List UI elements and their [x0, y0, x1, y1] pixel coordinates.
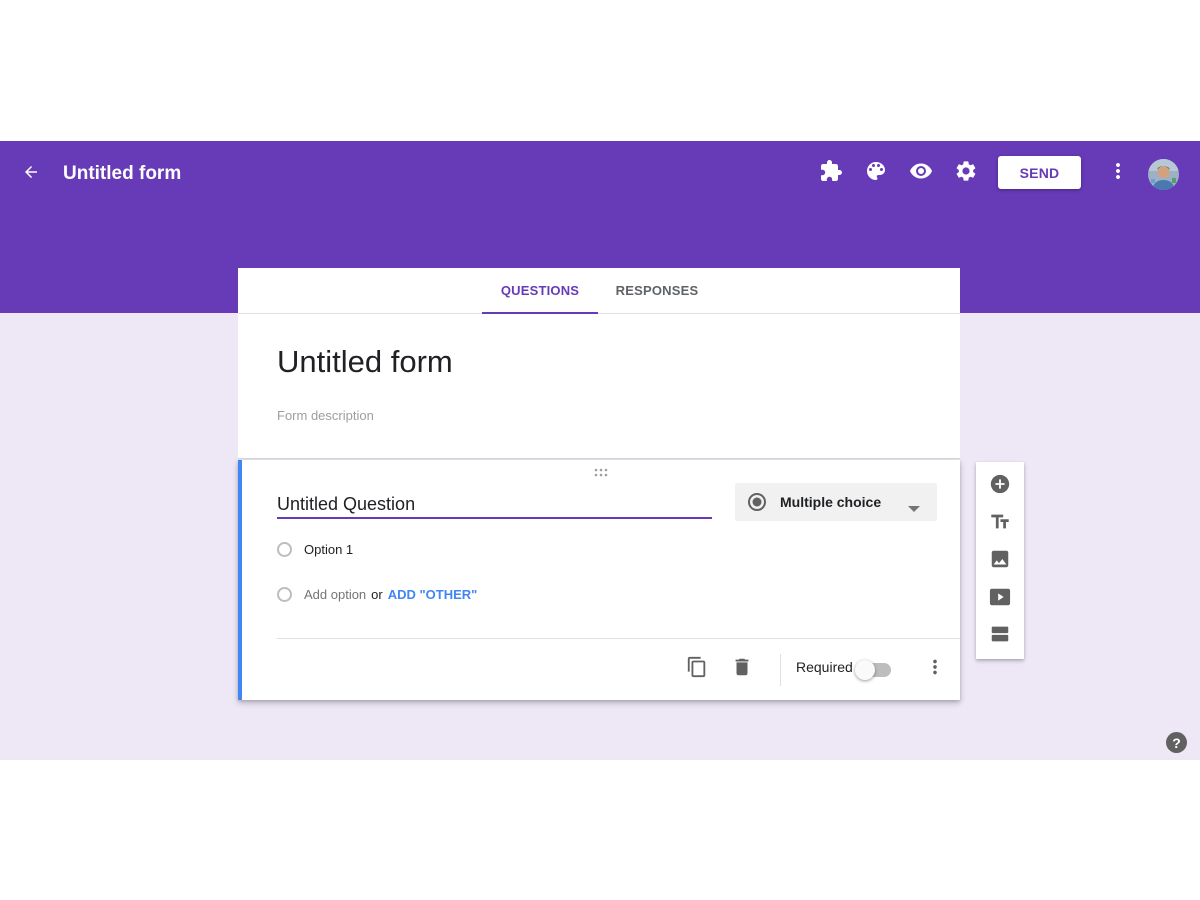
form-title[interactable]: Untitled form	[63, 161, 181, 187]
forms-app: Untitled form SEND QUESTIONS RESPONSES U…	[0, 141, 1200, 760]
dropdown-arrow-icon	[908, 499, 920, 517]
puzzle-addons-icon	[819, 159, 843, 188]
question-type-dropdown[interactable]: Multiple choice	[735, 483, 937, 521]
copy-icon	[686, 656, 708, 683]
tab-responses[interactable]: RESPONSES	[608, 268, 706, 313]
preview-button[interactable]	[908, 160, 934, 186]
more-vert-icon	[1106, 159, 1130, 188]
tab-questions[interactable]: QUESTIONS	[482, 268, 598, 314]
avatar[interactable]	[1148, 159, 1179, 190]
duplicate-button[interactable]	[685, 656, 709, 683]
back-arrow-icon	[22, 163, 40, 186]
option-row: Option 1	[277, 539, 353, 559]
form-title-field[interactable]: Untitled form	[277, 344, 453, 380]
add-option-radio	[277, 586, 292, 602]
drag-handle-icon[interactable]	[592, 465, 612, 477]
gear-icon	[954, 159, 978, 188]
add-question-icon	[989, 473, 1011, 500]
send-button[interactable]: SEND	[998, 156, 1081, 189]
question-more-button[interactable]	[923, 657, 947, 681]
required-label: Required	[796, 659, 853, 675]
add-title-button[interactable]	[988, 512, 1012, 536]
more-options-button[interactable]	[1105, 160, 1131, 186]
add-video-button[interactable]	[988, 587, 1012, 611]
question-card[interactable]: Untitled Question Multiple choice Option…	[238, 460, 960, 700]
option-label[interactable]: Option 1	[304, 542, 353, 557]
radio-button-checked-icon	[747, 492, 767, 517]
side-toolbar	[976, 462, 1024, 659]
option-radio[interactable]	[277, 541, 292, 557]
tabs-bar: QUESTIONS RESPONSES	[238, 268, 960, 314]
footer-divider	[780, 654, 781, 686]
section-icon	[989, 623, 1011, 650]
customize-theme-button[interactable]	[863, 160, 889, 186]
form-description-field[interactable]: Form description	[277, 408, 374, 423]
back-button[interactable]	[18, 161, 44, 187]
eye-preview-icon	[909, 159, 933, 188]
add-image-button[interactable]	[988, 549, 1012, 573]
addons-button[interactable]	[818, 159, 844, 188]
required-toggle[interactable]	[855, 660, 891, 680]
add-option-field[interactable]: Add option	[304, 587, 366, 602]
question-title-field[interactable]: Untitled Question	[277, 494, 712, 519]
add-other-link[interactable]: ADD "OTHER"	[388, 587, 478, 602]
add-question-button[interactable]	[988, 474, 1012, 498]
video-icon	[989, 586, 1011, 613]
image-icon	[989, 548, 1011, 575]
or-label: or	[371, 586, 383, 602]
form-header-card: Untitled form Form description	[238, 314, 960, 459]
trash-icon	[731, 656, 753, 683]
add-section-button[interactable]	[988, 624, 1012, 648]
question-divider	[277, 638, 960, 639]
palette-icon	[864, 159, 888, 188]
title-text-icon	[989, 511, 1011, 538]
question-type-label: Multiple choice	[780, 494, 882, 510]
settings-button[interactable]	[953, 160, 979, 186]
delete-button[interactable]	[730, 657, 754, 681]
toggle-thumb	[855, 660, 875, 680]
more-vert-icon	[924, 656, 946, 683]
help-button[interactable]: ?	[1166, 732, 1187, 753]
add-option-row: Add option or ADD "OTHER"	[277, 584, 477, 604]
